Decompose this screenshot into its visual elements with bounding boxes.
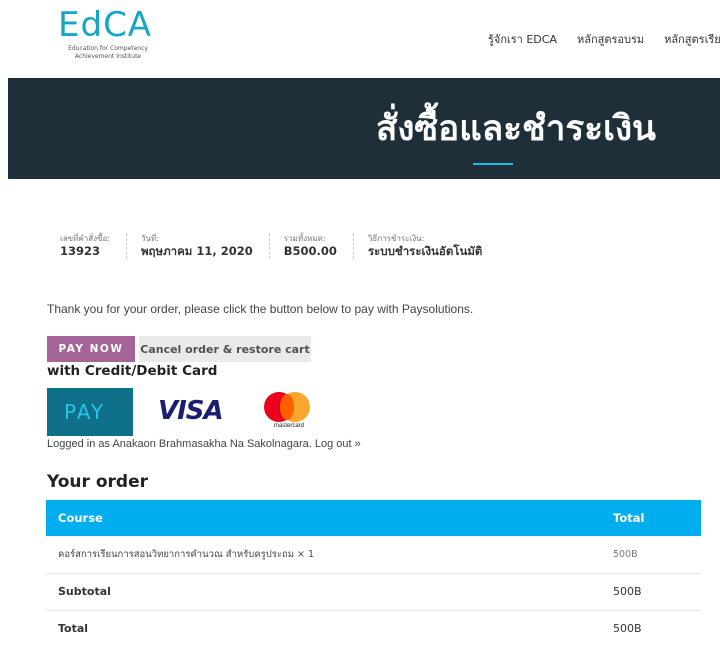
mastercard-logo: mastercard — [264, 392, 312, 432]
order-number-value: 13923 — [60, 244, 101, 258]
total-value: 500B — [601, 610, 701, 645]
cancel-order-button[interactable]: Cancel order & restore cart — [139, 336, 311, 362]
order-table: Course Total คอร์สการเรียนการสอนวิทยาการ… — [46, 500, 701, 645]
payment-method-label: วิธีการชำระเงิน: — [367, 234, 425, 243]
your-order-heading: Your order — [47, 472, 148, 492]
order-date-label: วันที่: — [140, 234, 159, 243]
pay-logo-text: PAY — [64, 400, 106, 424]
nav-item-courses[interactable]: หลักสูตรอบรม — [577, 30, 644, 48]
mastercard-wordmark: mastercard — [273, 423, 304, 429]
thank-you-message: Thank you for your order, please click t… — [47, 302, 474, 316]
logout-link[interactable]: Log out » — [315, 438, 361, 450]
subtotal-row: Subtotal 500B — [46, 573, 701, 611]
order-total: รวมทั้งหมด: B500.00 — [270, 233, 354, 259]
course-total: 500B — [601, 536, 701, 574]
visa-logo: VISA — [158, 396, 224, 426]
logo-subtitle: Education for Competency Achievement Ins… — [68, 45, 148, 60]
page-title: สั่งซื้อและชำระเงิน — [375, 109, 656, 149]
pay-logo: PAY — [47, 388, 133, 436]
total-row: Total 500B — [46, 610, 701, 645]
card-heading: with Credit/Debit Card — [47, 363, 218, 379]
order-date: วันที่: พฤษภาคม 11, 2020 — [127, 233, 270, 259]
main-nav: รู้จักเรา EDCA หลักสูตรอบรม หลักสูตรเรีย — [488, 30, 720, 48]
order-total-label: รวมทั้งหมด: — [283, 234, 326, 243]
page-hero: สั่งซื้อและชำระเงิน — [8, 78, 720, 179]
title-underline — [473, 163, 513, 165]
pay-now-button[interactable]: PAY NOW — [47, 336, 135, 362]
order-number: เลขที่คำสั่งซื้อ: 13923 — [46, 233, 127, 259]
logged-in-notice: Logged in as Anakaon Brahmasakha Na Sako… — [47, 438, 361, 450]
logo-text: EdCA — [58, 5, 153, 45]
subtotal-label: Subtotal — [46, 573, 601, 611]
order-total-value: B500.00 — [283, 244, 337, 258]
course-name: คอร์สการเรียนการสอนวิทยาการคำนวณ สำหรับค… — [46, 536, 601, 574]
total-label: Total — [46, 610, 601, 645]
table-header-row: Course Total — [46, 500, 701, 536]
site-logo[interactable]: EdCA Education for Competency Achievemen… — [58, 8, 178, 61]
nav-item-curriculum[interactable]: หลักสูตรเรีย — [664, 30, 720, 48]
payment-method: วิธีการชำระเงิน: ระบบชำระเงินอัตโนมัติ — [354, 233, 498, 259]
order-overview: เลขที่คำสั่งซื้อ: 13923 วันที่: พฤษภาคม … — [46, 233, 498, 259]
order-number-label: เลขที่คำสั่งซื้อ: — [60, 234, 110, 243]
logged-in-text: Logged in as Anakaon Brahmasakha Na Sako… — [47, 438, 312, 450]
order-date-value: พฤษภาคม 11, 2020 — [140, 244, 253, 258]
table-row: คอร์สการเรียนการสอนวิทยาการคำนวณ สำหรับค… — [46, 536, 701, 574]
course-header: Course — [46, 500, 601, 536]
payment-method-value: ระบบชำระเงินอัตโนมัติ — [367, 244, 483, 258]
total-header: Total — [601, 500, 701, 536]
subtotal-value: 500B — [601, 573, 701, 611]
nav-item-about[interactable]: รู้จักเรา EDCA — [488, 30, 557, 48]
